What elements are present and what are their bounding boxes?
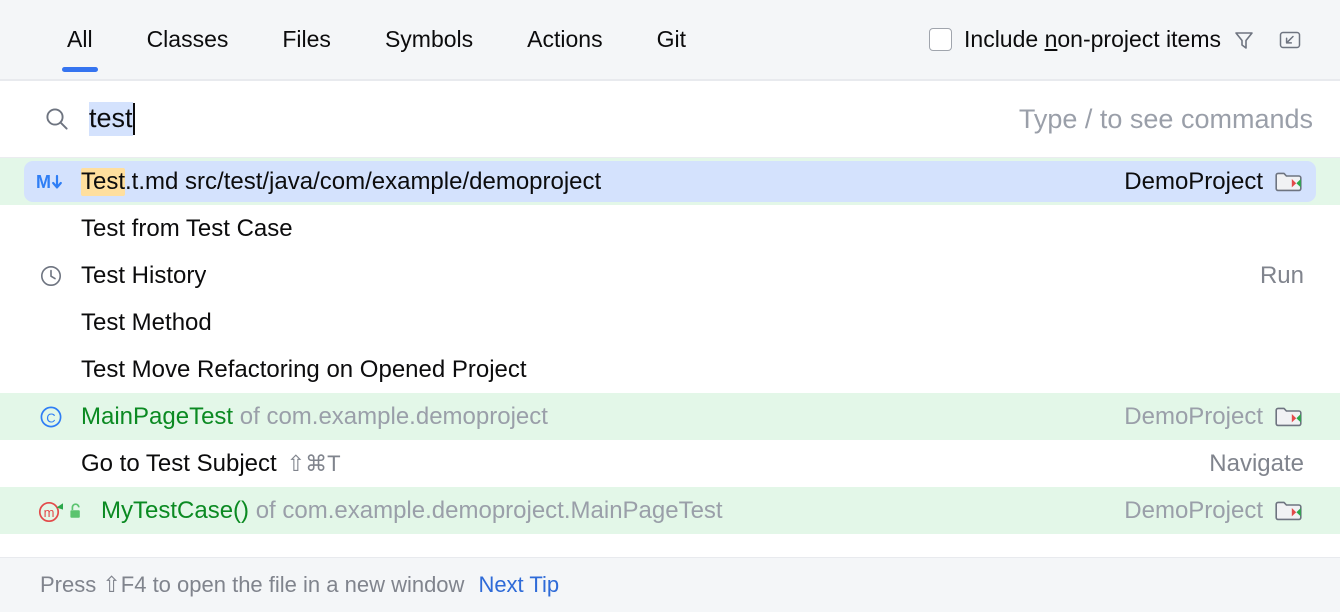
tab-bar: All Classes Files Symbols Actions Git bbox=[0, 0, 713, 79]
result-row-mytestcase-method[interactable]: m MyTestCase() of com.example.demoprojec… bbox=[0, 487, 1340, 534]
result-project-label: DemoProject bbox=[1124, 168, 1263, 196]
result-text: Test Method bbox=[81, 309, 212, 337]
result-row-test-md[interactable]: M Test.t.md src/test/java/com/example/de… bbox=[0, 158, 1340, 205]
header-controls: Include non-project items bbox=[929, 20, 1340, 60]
checkbox-label-mnemonic: n bbox=[1045, 26, 1058, 52]
result-detail: of com.example.demoproject bbox=[240, 403, 548, 431]
tab-all[interactable]: All bbox=[40, 0, 120, 79]
search-input-value: test bbox=[89, 102, 133, 136]
svg-text:C: C bbox=[46, 410, 55, 425]
dialog-footer: Press ⇧F4 to open the file in a new wind… bbox=[0, 557, 1340, 612]
result-row-test-history[interactable]: Test History Run bbox=[0, 252, 1340, 299]
result-spacer bbox=[233, 403, 240, 431]
public-lock-icon bbox=[64, 501, 88, 521]
result-spacer bbox=[178, 168, 185, 196]
clock-icon bbox=[34, 263, 68, 289]
result-group-label: Navigate bbox=[1209, 450, 1304, 478]
result-detail: src/test/java/com/example/demoproject bbox=[185, 168, 601, 196]
result-text: MainPageTest of com.example.demoproject bbox=[81, 403, 548, 431]
search-bar[interactable]: test Type / to see commands bbox=[0, 81, 1340, 158]
result-row-go-to-test-subject[interactable]: Go to Test Subject ⇧⌘T Navigate bbox=[0, 440, 1340, 487]
text-caret bbox=[133, 103, 135, 135]
module-folder-icon bbox=[1274, 498, 1304, 524]
result-text: Test from Test Case bbox=[81, 215, 293, 243]
result-right: Run bbox=[1236, 262, 1304, 290]
result-name: MyTestCase() bbox=[101, 497, 249, 525]
tab-classes-label: Classes bbox=[147, 26, 229, 53]
result-right: DemoProject bbox=[1100, 168, 1304, 196]
result-row-mainpagetest-class[interactable]: C MainPageTest of com.example.demoprojec… bbox=[0, 393, 1340, 440]
search-icon bbox=[42, 104, 72, 134]
tab-files-label: Files bbox=[282, 26, 331, 53]
next-tip-link[interactable]: Next Tip bbox=[478, 572, 559, 598]
search-input[interactable]: test bbox=[89, 102, 999, 136]
result-right: DemoProject bbox=[1100, 497, 1304, 525]
tab-files[interactable]: Files bbox=[255, 0, 358, 79]
checkbox-label-before: Include bbox=[964, 26, 1045, 52]
result-text: Go to Test Subject ⇧⌘T bbox=[81, 450, 341, 478]
dialog-header: All Classes Files Symbols Actions Git In… bbox=[0, 0, 1340, 81]
results-list: M Test.t.md src/test/java/com/example/de… bbox=[0, 158, 1340, 534]
result-name: .t.md bbox=[125, 168, 178, 196]
result-text: Test History bbox=[81, 262, 206, 290]
result-group-label: Run bbox=[1260, 262, 1304, 290]
result-name: Test from Test Case bbox=[81, 215, 293, 243]
class-icon: C bbox=[34, 403, 68, 431]
filter-icon[interactable] bbox=[1221, 20, 1267, 60]
result-right: DemoProject bbox=[1100, 403, 1304, 431]
module-folder-icon bbox=[1274, 404, 1304, 430]
svg-text:M: M bbox=[36, 172, 51, 192]
result-name: Test History bbox=[81, 262, 206, 290]
result-name: Go to Test Subject bbox=[81, 450, 277, 478]
checkbox-box[interactable] bbox=[929, 28, 952, 51]
result-row-test-method[interactable]: Test Method bbox=[0, 299, 1340, 346]
result-name: Test Move Refactoring on Opened Project bbox=[81, 356, 527, 384]
result-text: Test.t.md src/test/java/com/example/demo… bbox=[81, 168, 601, 196]
tab-classes[interactable]: Classes bbox=[120, 0, 256, 79]
tab-actions-label: Actions bbox=[527, 26, 602, 53]
expand-down-left-icon[interactable] bbox=[1267, 20, 1313, 60]
tab-all-label: All bbox=[67, 26, 93, 53]
module-folder-icon bbox=[1274, 169, 1304, 195]
result-text: MyTestCase() of com.example.demoproject.… bbox=[101, 497, 723, 525]
tab-git-label: Git bbox=[657, 26, 686, 53]
tab-symbols-label: Symbols bbox=[385, 26, 473, 53]
search-commands-hint: Type / to see commands bbox=[999, 104, 1313, 135]
checkbox-label: Include non-project items bbox=[964, 26, 1221, 53]
include-non-project-items-checkbox[interactable]: Include non-project items bbox=[929, 26, 1221, 53]
result-shortcut: ⇧⌘T bbox=[287, 451, 341, 477]
result-name: MainPageTest bbox=[81, 403, 233, 431]
checkbox-label-after: on-project items bbox=[1057, 26, 1221, 52]
footer-tip-text: Press ⇧F4 to open the file in a new wind… bbox=[40, 572, 464, 598]
result-right: Navigate bbox=[1185, 450, 1304, 478]
svg-text:m: m bbox=[44, 505, 55, 520]
result-spacer bbox=[249, 497, 256, 525]
search-everywhere-dialog: All Classes Files Symbols Actions Git In… bbox=[0, 0, 1340, 612]
result-project-label: DemoProject bbox=[1124, 497, 1263, 525]
test-method-icon: m bbox=[34, 497, 68, 525]
tab-git[interactable]: Git bbox=[630, 0, 713, 79]
markdown-file-icon: M bbox=[34, 170, 68, 194]
result-row-test-from-test-case[interactable]: Test from Test Case bbox=[0, 205, 1340, 252]
result-text: Test Move Refactoring on Opened Project bbox=[81, 356, 527, 384]
tab-symbols[interactable]: Symbols bbox=[358, 0, 500, 79]
tab-actions[interactable]: Actions bbox=[500, 0, 629, 79]
result-match-highlight: Test bbox=[81, 168, 125, 196]
result-project-label: DemoProject bbox=[1124, 403, 1263, 431]
result-row-test-move-refactoring[interactable]: Test Move Refactoring on Opened Project bbox=[0, 346, 1340, 393]
result-detail: of com.example.demoproject.MainPageTest bbox=[256, 497, 723, 525]
result-name: Test Method bbox=[81, 309, 212, 337]
